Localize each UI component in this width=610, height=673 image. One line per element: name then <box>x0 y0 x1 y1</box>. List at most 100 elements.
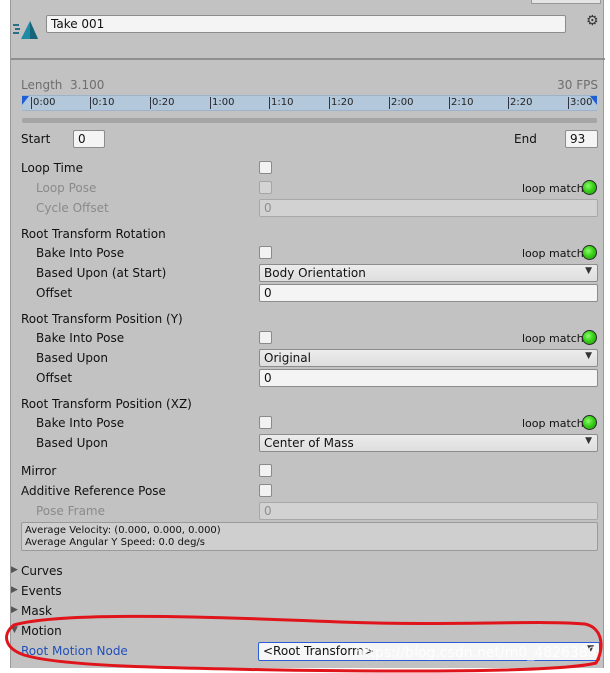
tick-label: 0:10 <box>89 97 115 109</box>
root-pos-xz-title: Root Transform Position (XZ) <box>21 397 192 411</box>
pos-y-based-upon-label: Based Upon <box>36 351 108 365</box>
mirror-checkbox[interactable] <box>259 464 272 477</box>
loop-match-label: loop match <box>522 247 584 260</box>
pos-xz-based-upon-dropdown[interactable]: Center of Mass ▼ <box>259 434 598 452</box>
chevron-down-icon: ▼ <box>11 625 18 635</box>
start-field[interactable]: 0 <box>73 130 105 148</box>
clip-header: Take 001 ⚙ <box>11 9 605 49</box>
curves-label: Curves <box>21 564 63 578</box>
loop-match-label: loop match <box>522 417 584 430</box>
average-angular-speed-text: Average Angular Y Speed: 0.0 deg/s <box>25 537 205 548</box>
tick-label: 1:10 <box>268 97 294 109</box>
tick-label: 2:20 <box>507 97 533 109</box>
top-toolbar-strip <box>531 0 601 4</box>
pos-y-based-upon-row: Based Upon Original ▼ <box>11 349 605 369</box>
loop-match-indicator-icon <box>582 245 597 260</box>
rotation-bake-label: Bake Into Pose <box>36 246 125 260</box>
rotation-based-upon-value: Body Orientation <box>264 266 366 280</box>
start-label: Start <box>21 132 51 146</box>
pos-y-based-upon-value: Original <box>264 351 311 365</box>
cycle-offset-row: Cycle Offset 0 <box>11 199 605 219</box>
mirror-label: Mirror <box>21 464 57 478</box>
length-label: Length 3.100 <box>21 78 105 92</box>
start-marker-icon[interactable] <box>22 96 29 105</box>
pos-xz-based-upon-value: Center of Mass <box>264 436 354 450</box>
timeline-ruler[interactable]: 0:00 0:10 0:20 1:00 1:10 1:20 2:00 2:10 … <box>22 95 597 111</box>
loop-pose-label: Loop Pose <box>36 181 97 195</box>
mirror-row: Mirror <box>11 462 605 482</box>
chevron-right-icon: ▶ <box>11 605 18 615</box>
loop-pose-checkbox[interactable] <box>259 181 272 194</box>
motion-foldout[interactable]: ▼ Motion <box>11 622 605 642</box>
loop-match-indicator-icon <box>582 180 597 195</box>
loop-match-indicator-icon <box>582 330 597 345</box>
gear-icon[interactable]: ⚙ <box>586 13 599 29</box>
chevron-right-icon: ▶ <box>11 585 18 595</box>
additive-row: Additive Reference Pose <box>11 482 605 502</box>
mask-foldout[interactable]: ▶ Mask <box>11 602 605 622</box>
pos-y-based-upon-dropdown[interactable]: Original ▼ <box>259 349 598 367</box>
tick-label: 1:00 <box>209 97 235 109</box>
average-velocity-text: Average Velocity: (0.000, 0.000, 0.000) <box>25 525 221 536</box>
cycle-offset-field[interactable]: 0 <box>259 199 598 217</box>
loop-time-label: Loop Time <box>21 161 83 175</box>
rotation-based-upon-label: Based Upon (at Start) <box>36 266 167 280</box>
rotation-based-upon-dropdown[interactable]: Body Orientation ▼ <box>259 264 598 282</box>
loop-match-label: loop match <box>522 182 584 195</box>
watermark-text: https://blog.csdn.net/m0_4826389 <box>355 645 597 661</box>
root-motion-node-label: Root Motion Node <box>21 644 128 658</box>
pos-y-bake-label: Bake Into Pose <box>36 331 125 345</box>
average-stats-box: Average Velocity: (0.000, 0.000, 0.000) … <box>21 522 598 551</box>
events-label: Events <box>21 584 62 598</box>
header-separator <box>11 58 605 60</box>
pos-xz-based-upon-row: Based Upon Center of Mass ▼ <box>11 434 605 454</box>
rotation-bake-checkbox[interactable] <box>259 246 272 259</box>
animation-clip-icon <box>13 21 38 39</box>
chevron-down-icon: ▼ <box>585 351 592 361</box>
loop-time-checkbox[interactable] <box>259 161 272 174</box>
tick-label: 2:10 <box>448 97 474 109</box>
pos-xz-bake-row: Bake Into Pose loop match <box>11 414 605 434</box>
chevron-down-icon: ▼ <box>585 436 592 446</box>
tick-label: 0:20 <box>149 97 175 109</box>
inspector-panel: Take 001 ⚙ Length 3.100 30 FPS 0:00 0:10… <box>10 0 605 668</box>
rotation-offset-field[interactable]: 0 <box>259 284 598 302</box>
clip-name-field[interactable]: Take 001 <box>46 15 566 33</box>
pos-y-offset-field[interactable]: 0 <box>259 369 598 387</box>
pos-xz-based-upon-label: Based Upon <box>36 436 108 450</box>
additive-label: Additive Reference Pose <box>21 484 166 498</box>
events-foldout[interactable]: ▶ Events <box>11 582 605 602</box>
pos-xz-bake-label: Bake Into Pose <box>36 416 125 430</box>
loop-match-indicator-icon <box>582 415 597 430</box>
pos-y-offset-label: Offset <box>36 371 73 385</box>
tick-label: 2:00 <box>388 97 414 109</box>
rotation-based-upon-row: Based Upon (at Start) Body Orientation ▼ <box>11 264 605 284</box>
fps-label: 30 FPS <box>557 78 598 92</box>
curves-foldout[interactable]: ▶ Curves <box>11 562 605 582</box>
mask-label: Mask <box>21 604 52 618</box>
additive-checkbox[interactable] <box>259 484 272 497</box>
pos-y-bake-row: Bake Into Pose loop match <box>11 329 605 349</box>
timeline-header: Length 3.100 30 FPS <box>11 78 605 92</box>
end-label: End <box>514 132 537 146</box>
length-value: 3.100 <box>70 78 105 92</box>
pose-frame-label: Pose Frame <box>36 504 105 518</box>
pos-xz-bake-checkbox[interactable] <box>259 416 272 429</box>
cycle-offset-label: Cycle Offset <box>36 201 109 215</box>
tick-label: 1:20 <box>328 97 354 109</box>
rotation-bake-row: Bake Into Pose loop match <box>11 244 605 264</box>
chevron-down-icon: ▼ <box>585 266 592 276</box>
loop-match-label: loop match <box>522 332 584 345</box>
end-field[interactable]: 93 <box>565 130 598 148</box>
rotation-offset-row: Offset 0 <box>11 284 605 304</box>
root-pos-y-title: Root Transform Position (Y) <box>21 312 183 326</box>
pose-frame-row: Pose Frame 0 <box>11 502 605 522</box>
start-end-row: Start 0 End 93 <box>11 128 605 150</box>
chevron-right-icon: ▶ <box>11 565 18 575</box>
pos-y-bake-checkbox[interactable] <box>259 331 272 344</box>
pose-frame-field[interactable]: 0 <box>259 502 598 520</box>
tick-label: 0:00 <box>30 97 56 109</box>
end-marker-icon[interactable] <box>590 96 597 105</box>
loop-time-row: Loop Time <box>11 159 605 179</box>
timeline-scrubber-track[interactable] <box>22 118 597 123</box>
